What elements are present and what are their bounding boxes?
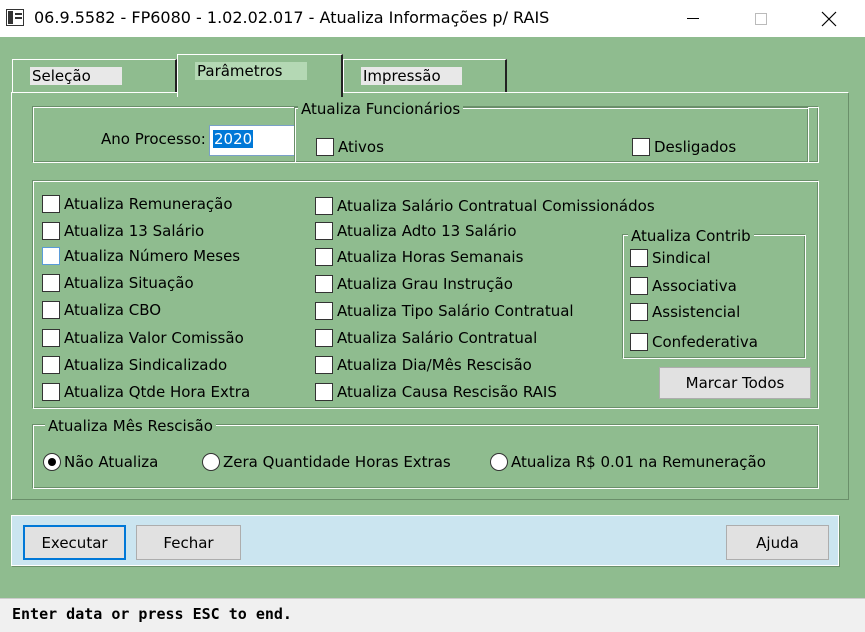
- close-button[interactable]: [806, 0, 852, 37]
- atualiza-001-remuneracao-radio[interactable]: Atualiza R$ 0.01 na Remuneração: [490, 453, 766, 471]
- sindical-checkbox[interactable]: Sindical: [630, 249, 711, 267]
- atualiza-options-group: Atualiza Remuneração Atualiza 13 Salário…: [33, 181, 819, 409]
- ano-processo-label: Ano Processo:: [101, 130, 206, 148]
- close-icon: [821, 11, 837, 26]
- tab-selecao[interactable]: Seleção: [12, 59, 177, 93]
- maximize-icon: [755, 12, 767, 25]
- atualiza-funcionarios-legend: Atualiza Funcionários: [298, 100, 464, 118]
- ajuda-button[interactable]: Ajuda: [726, 525, 829, 560]
- title-bar: 06.9.5582 - FP6080 - 1.02.02.017 - Atual…: [0, 0, 865, 37]
- marcar-todos-button[interactable]: Marcar Todos: [659, 367, 811, 399]
- tab-parametros[interactable]: Parâmetros: [177, 54, 343, 97]
- tab-impressao[interactable]: Impressão: [343, 59, 507, 93]
- maximize-button[interactable]: [738, 0, 784, 37]
- atualiza-cbo-checkbox[interactable]: Atualiza CBO: [42, 301, 161, 319]
- action-bar: Executar Fechar Ajuda: [11, 515, 839, 566]
- atualiza-remuneracao-checkbox[interactable]: Atualiza Remuneração: [42, 195, 233, 213]
- parametros-panel: Ano Processo: 2020 Atualiza Funcionários…: [11, 92, 849, 500]
- atualiza-numero-meses-checkbox[interactable]: Atualiza Número Meses: [42, 247, 240, 265]
- minimize-button[interactable]: [670, 0, 716, 37]
- atualiza-tipo-salario-contratual-checkbox[interactable]: Atualiza Tipo Salário Contratual: [315, 302, 574, 320]
- atualiza-grau-instrucao-checkbox[interactable]: Atualiza Grau Instrução: [315, 275, 513, 293]
- atualiza-causa-rescisao-rais-checkbox[interactable]: Atualiza Causa Rescisão RAIS: [315, 383, 557, 401]
- zera-quantidade-horas-extras-radio[interactable]: Zera Quantidade Horas Extras: [202, 453, 451, 471]
- atualiza-mes-rescisao-legend: Atualiza Mês Rescisão: [45, 417, 216, 435]
- atualiza-contrib-legend: Atualiza Contrib: [628, 227, 754, 245]
- atualiza-situacao-checkbox[interactable]: Atualiza Situação: [42, 274, 194, 292]
- tab-impressao-label: Impressão: [361, 67, 462, 85]
- ativos-checkbox[interactable]: Ativos: [316, 138, 384, 156]
- status-bar: Enter data or press ESC to end.: [0, 598, 865, 632]
- atualiza-mes-rescisao-group: Atualiza Mês Rescisão Não Atualiza Zera …: [33, 417, 819, 489]
- tab-selecao-label: Seleção: [30, 67, 122, 85]
- atualiza-qtde-hora-extra-checkbox[interactable]: Atualiza Qtde Hora Extra: [42, 383, 250, 401]
- minimize-icon: [687, 18, 699, 19]
- atualiza-dia-mes-rescisao-checkbox[interactable]: Atualiza Dia/Mês Rescisão: [315, 356, 532, 374]
- tab-parametros-label: Parâmetros: [195, 62, 307, 80]
- confederativa-checkbox[interactable]: Confederativa: [630, 333, 758, 351]
- atualiza-contrib-group: Atualiza Contrib Sindical Associativa As…: [623, 227, 806, 359]
- atualiza-horas-semanais-checkbox[interactable]: Atualiza Horas Semanais: [315, 248, 523, 266]
- atualiza-sindicalizado-checkbox[interactable]: Atualiza Sindicalizado: [42, 356, 227, 374]
- atualiza-funcionarios-group: Atualiza Funcionários Ativos Desligados: [295, 100, 809, 163]
- dialog-client: Seleção Parâmetros Impressão Ano Process…: [0, 37, 865, 598]
- nao-atualiza-radio[interactable]: Não Atualiza: [43, 453, 158, 471]
- window-title: 06.9.5582 - FP6080 - 1.02.02.017 - Atual…: [34, 8, 550, 27]
- status-text: Enter data or press ESC to end.: [12, 605, 292, 623]
- desligados-checkbox[interactable]: Desligados: [632, 138, 736, 156]
- app-icon: [6, 9, 24, 26]
- atualiza-salario-contratual-comissionados-checkbox[interactable]: Atualiza Salário Contratual Comissionádo…: [315, 197, 655, 215]
- atualiza-valor-comissao-checkbox[interactable]: Atualiza Valor Comissão: [42, 329, 244, 347]
- atualiza-salario-contratual-checkbox[interactable]: Atualiza Salário Contratual: [315, 329, 537, 347]
- atualiza-adto-13-salario-checkbox[interactable]: Atualiza Adto 13 Salário: [315, 222, 517, 240]
- associativa-checkbox[interactable]: Associativa: [630, 277, 737, 295]
- atualiza-13-salario-checkbox[interactable]: Atualiza 13 Salário: [42, 222, 204, 240]
- executar-button[interactable]: Executar: [23, 525, 126, 560]
- fechar-button[interactable]: Fechar: [136, 525, 241, 560]
- ano-processo-input[interactable]: 2020: [209, 125, 296, 156]
- ano-processo-group: Ano Processo: 2020 Atualiza Funcionários…: [33, 100, 819, 163]
- assistencial-checkbox[interactable]: Assistencial: [630, 303, 740, 321]
